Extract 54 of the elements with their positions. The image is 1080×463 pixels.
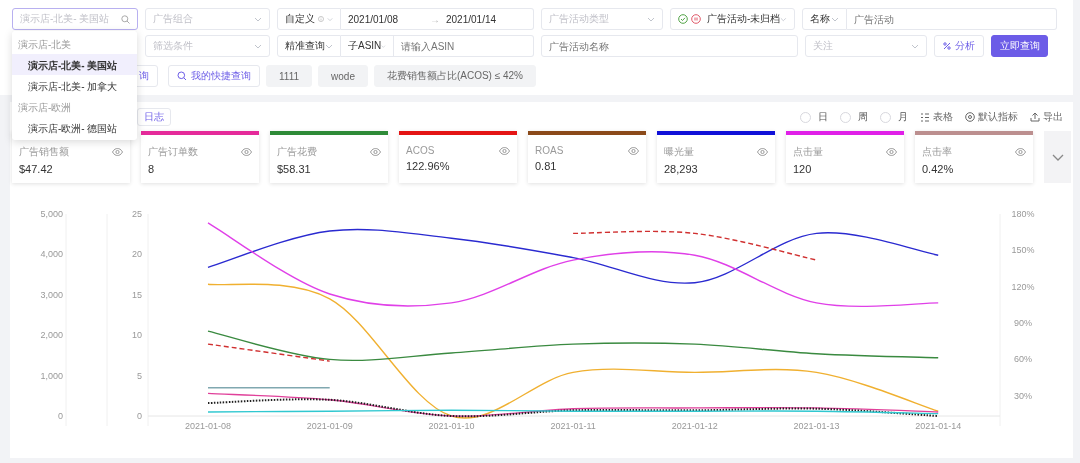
match-mode-label: 精准查询 [285, 39, 325, 53]
axis-label: 2021-01-11 [550, 421, 596, 431]
radio-label: 日 [818, 110, 828, 124]
end-date: 2021/01/14 [446, 13, 497, 25]
metric-value: 122.96% [406, 160, 451, 172]
axis-label: 2,000 [40, 330, 63, 341]
metric-value: 120 [793, 163, 813, 175]
axis-label: 5 [137, 370, 142, 381]
group-label: 演示店-欧洲 [17, 101, 73, 115]
axis-label: 15 [132, 289, 142, 300]
metric-label: 广告花费 [277, 145, 317, 159]
axis-label: 120% [1011, 281, 1035, 292]
axis-label: 60% [1014, 354, 1032, 365]
axis-label: 5,000 [40, 209, 63, 219]
axis-label: 20 [132, 249, 142, 260]
metric-label: 点击量 [793, 145, 823, 159]
axis-label: 2021-01-10 [428, 421, 475, 431]
metric-value: 0.42% [922, 163, 955, 175]
metric-value: 0.81 [535, 160, 558, 172]
axis-label: 90% [1014, 318, 1032, 329]
start-date: 2021/01/08 [348, 13, 400, 25]
metric-value: $58.31 [277, 163, 312, 175]
axis-label: 2021-01-14 [915, 421, 962, 431]
metric-label: ROAS [535, 145, 564, 156]
axis-label: 1,000 [40, 370, 63, 381]
axis-label: 150% [1011, 245, 1035, 256]
status-value: 广告活动-未归档 [707, 12, 781, 26]
axis-label: 2021-01-09 [306, 421, 353, 431]
axis-label: 180% [1011, 209, 1035, 219]
range-arrow: → [430, 13, 441, 25]
metric-label: 广告订单数 [148, 145, 198, 159]
axis-label: 2021-01-12 [671, 421, 718, 431]
metric-label: 点击率 [922, 145, 952, 159]
axis-label: 0 [137, 411, 142, 421]
metric-value: 28,293 [664, 163, 699, 175]
radio-label: 周 [858, 110, 868, 124]
preset-label: 自定义 [285, 12, 315, 26]
search-by-label: 名称 [810, 12, 830, 26]
metric-value: $47.42 [19, 163, 54, 175]
metric-value: 8 [148, 163, 156, 175]
axis-label: 30% [1014, 390, 1032, 401]
radio-label: 月 [898, 110, 908, 124]
axis-label: 3,000 [40, 289, 63, 300]
metric-label: 广告销售额 [19, 145, 69, 159]
axis-label: 2021-01-13 [793, 421, 840, 431]
axis-label: 2021-01-08 [185, 421, 231, 431]
axis-label: 25 [132, 209, 142, 219]
asin-type-label: 子ASIN [348, 39, 382, 53]
metric-label: ACOS [406, 145, 435, 156]
group-label: 演示店-北美 [17, 38, 73, 52]
axis-label: 10 [132, 330, 142, 341]
metric-label: 曝光量 [664, 145, 694, 159]
axis-label: 0 [58, 411, 63, 421]
axis-label: 4,000 [40, 249, 63, 260]
